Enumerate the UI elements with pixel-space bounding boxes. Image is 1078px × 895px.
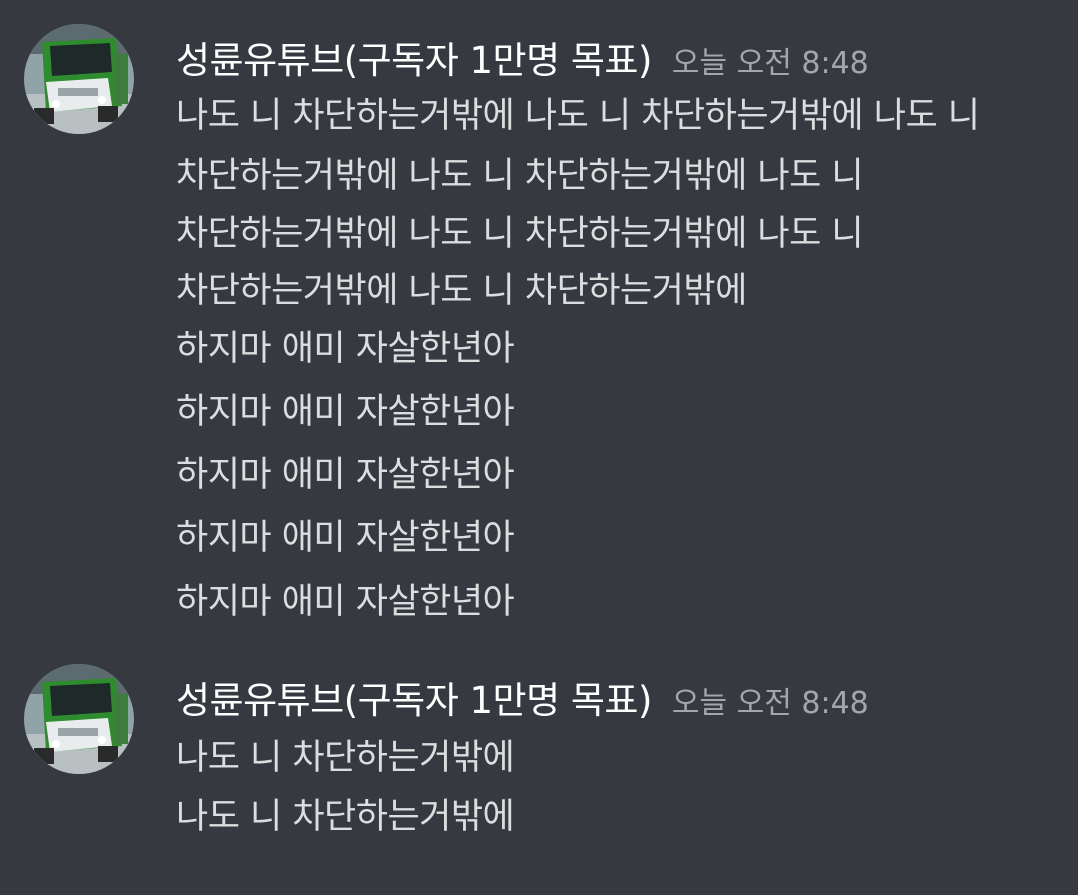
message-line: 차단하는거밖에 나도 니 차단하는거밖에 [176, 271, 747, 311]
timestamp[interactable]: 오늘 오전 8:48 [672, 38, 869, 82]
username[interactable]: 성륜유튜브(구독자 1만명 목표) [176, 30, 652, 84]
message-line: 나도 니 차단하는거밖에 [176, 797, 515, 837]
message-line: 나도 니 차단하는거밖에 나도 니 차단하는거밖에 나도 니 [176, 96, 980, 136]
user-avatar[interactable] [24, 24, 134, 134]
timestamp[interactable]: 오늘 오전 8:48 [672, 678, 869, 722]
user-avatar[interactable] [24, 664, 134, 774]
green-bus-avatar-icon [24, 24, 134, 134]
message-line: 하지마 애미 자살한년아 [176, 518, 515, 558]
message-line: 하지마 애미 자살한년아 [176, 329, 515, 369]
username[interactable]: 성륜유튜브(구독자 1만명 목표) [176, 670, 652, 724]
message-line: 하지마 애미 자살한년아 [176, 392, 515, 432]
message-line: 차단하는거밖에 나도 니 차단하는거밖에 나도 니 [176, 214, 864, 254]
message-line: 하지마 애미 자살한년아 [176, 455, 515, 495]
message-line: 차단하는거밖에 나도 니 차단하는거밖에 나도 니 [176, 156, 864, 196]
message-header: 성륜유튜브(구독자 1만명 목표) 오늘 오전 8:48 [176, 30, 869, 84]
message-header: 성륜유튜브(구독자 1만명 목표) 오늘 오전 8:48 [176, 670, 869, 724]
green-bus-avatar-icon [24, 664, 134, 774]
message-line: 하지마 애미 자살한년아 [176, 582, 515, 622]
message-line: 나도 니 차단하는거밖에 [176, 738, 515, 778]
